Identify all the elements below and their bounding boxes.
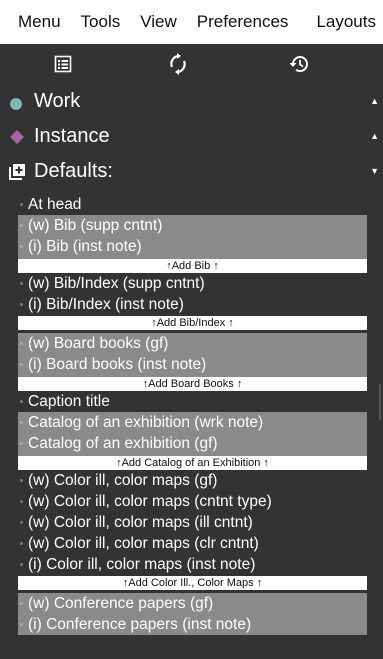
work-circle-icon [9, 94, 23, 117]
add-board-books-button[interactable]: ↑Add Board Books ↑ [18, 377, 367, 391]
list-item[interactable]: (w) Color ill, color maps (gf) [18, 470, 367, 491]
list-item[interactable]: (i) Bib (inst note) [18, 236, 367, 257]
template-group: (w) Conference papers (gf) (i) Conferenc… [18, 593, 367, 635]
bullet-icon [20, 203, 23, 206]
list-item[interactable]: (i) Conference papers (inst note) [18, 614, 367, 635]
bullet-icon [20, 303, 23, 306]
section-work-label: Work [34, 90, 81, 112]
section-instance[interactable]: Instance ▲ [0, 119, 383, 154]
bullet-icon [20, 342, 23, 345]
list-item[interactable]: (i) Board books (inst note) [18, 354, 367, 375]
collapse-caret-icon[interactable]: ▲ [370, 96, 379, 106]
list-item[interactable]: (w) Conference papers (gf) [18, 593, 367, 614]
expand-caret-icon[interactable]: ▼ [370, 166, 379, 176]
bullet-icon [20, 623, 23, 626]
bullet-icon [20, 363, 23, 366]
list-view-icon[interactable] [50, 52, 76, 76]
menu-bar: Menu Tools View Preferences Layouts [0, 0, 383, 44]
bullet-icon [20, 400, 23, 403]
menu-item-tools[interactable]: Tools [71, 0, 131, 44]
section-instance-label: Instance [34, 125, 110, 147]
section-defaults[interactable]: Defaults: ▼ [0, 154, 383, 189]
panel-toolbar [0, 44, 383, 84]
bullet-icon [20, 224, 23, 227]
list-item[interactable]: Catalog of an exhibition (gf) [18, 433, 367, 454]
bullet-icon [20, 521, 23, 524]
collapse-caret-icon[interactable]: ▲ [370, 131, 379, 141]
section-defaults-label: Defaults: [34, 160, 113, 182]
template-group: (w) Board books (gf) (i) Board books (in… [18, 333, 367, 391]
bullet-icon [20, 442, 23, 445]
add-catalog-button[interactable]: ↑Add Catalog of an Exhibition ↑ [18, 456, 367, 470]
add-template-icon [9, 163, 26, 186]
list-item[interactable]: (w) Bib (supp cntnt) [18, 215, 367, 236]
bullet-icon [20, 282, 23, 285]
bullet-icon [20, 563, 23, 566]
menu-item-view[interactable]: View [130, 0, 187, 44]
list-item[interactable]: (w) Color ill, color maps (cntnt type) [18, 491, 367, 512]
history-icon[interactable] [286, 52, 312, 76]
menu-item-preferences[interactable]: Preferences [187, 0, 299, 44]
list-item[interactable]: (w) Color ill, color maps (ill cntnt) [18, 512, 367, 533]
defaults-list: At head (w) Bib (supp cntnt) (i) Bib (in… [18, 194, 367, 635]
list-item[interactable]: (w) Color ill, color maps (clr cntnt) [18, 533, 367, 554]
section-work[interactable]: Work ▲ [0, 84, 383, 119]
bullet-icon [20, 479, 23, 482]
menu-item-menu[interactable]: Menu [0, 0, 71, 44]
list-item[interactable]: (i) Bib/Index (inst note) [18, 294, 367, 315]
profile-panel: Work ▲ Instance ▲ Defaults: ▼ At head (w… [0, 44, 383, 659]
add-bib-button[interactable]: ↑Add Bib ↑ [18, 259, 367, 273]
sync-icon[interactable] [165, 52, 191, 76]
list-item[interactable]: (w) Board books (gf) [18, 333, 367, 354]
menu-item-layouts[interactable]: Layouts [306, 0, 383, 44]
bullet-icon [20, 245, 23, 248]
list-item[interactable]: (w) Bib/Index (supp cntnt) [18, 273, 367, 294]
instance-diamond-icon [9, 128, 25, 151]
template-group: Catalog of an exhibition (wrk note) Cata… [18, 412, 367, 470]
bullet-icon [20, 500, 23, 503]
add-color-ill-button[interactable]: ↑Add Color Ill., Color Maps ↑ [18, 576, 367, 590]
list-item[interactable]: (i) Color ill, color maps (inst note) [18, 554, 367, 575]
list-item[interactable]: At head [18, 194, 367, 215]
bullet-icon [20, 421, 23, 424]
add-bibindex-button[interactable]: ↑Add Bib/Index ↑ [18, 316, 367, 330]
bullet-icon [20, 602, 23, 605]
bullet-icon [20, 542, 23, 545]
list-item[interactable]: Caption title [18, 391, 367, 412]
scrollbar[interactable] [379, 384, 381, 420]
template-group: (w) Bib (supp cntnt) (i) Bib (inst note)… [18, 215, 367, 273]
list-item[interactable]: Catalog of an exhibition (wrk note) [18, 412, 367, 433]
